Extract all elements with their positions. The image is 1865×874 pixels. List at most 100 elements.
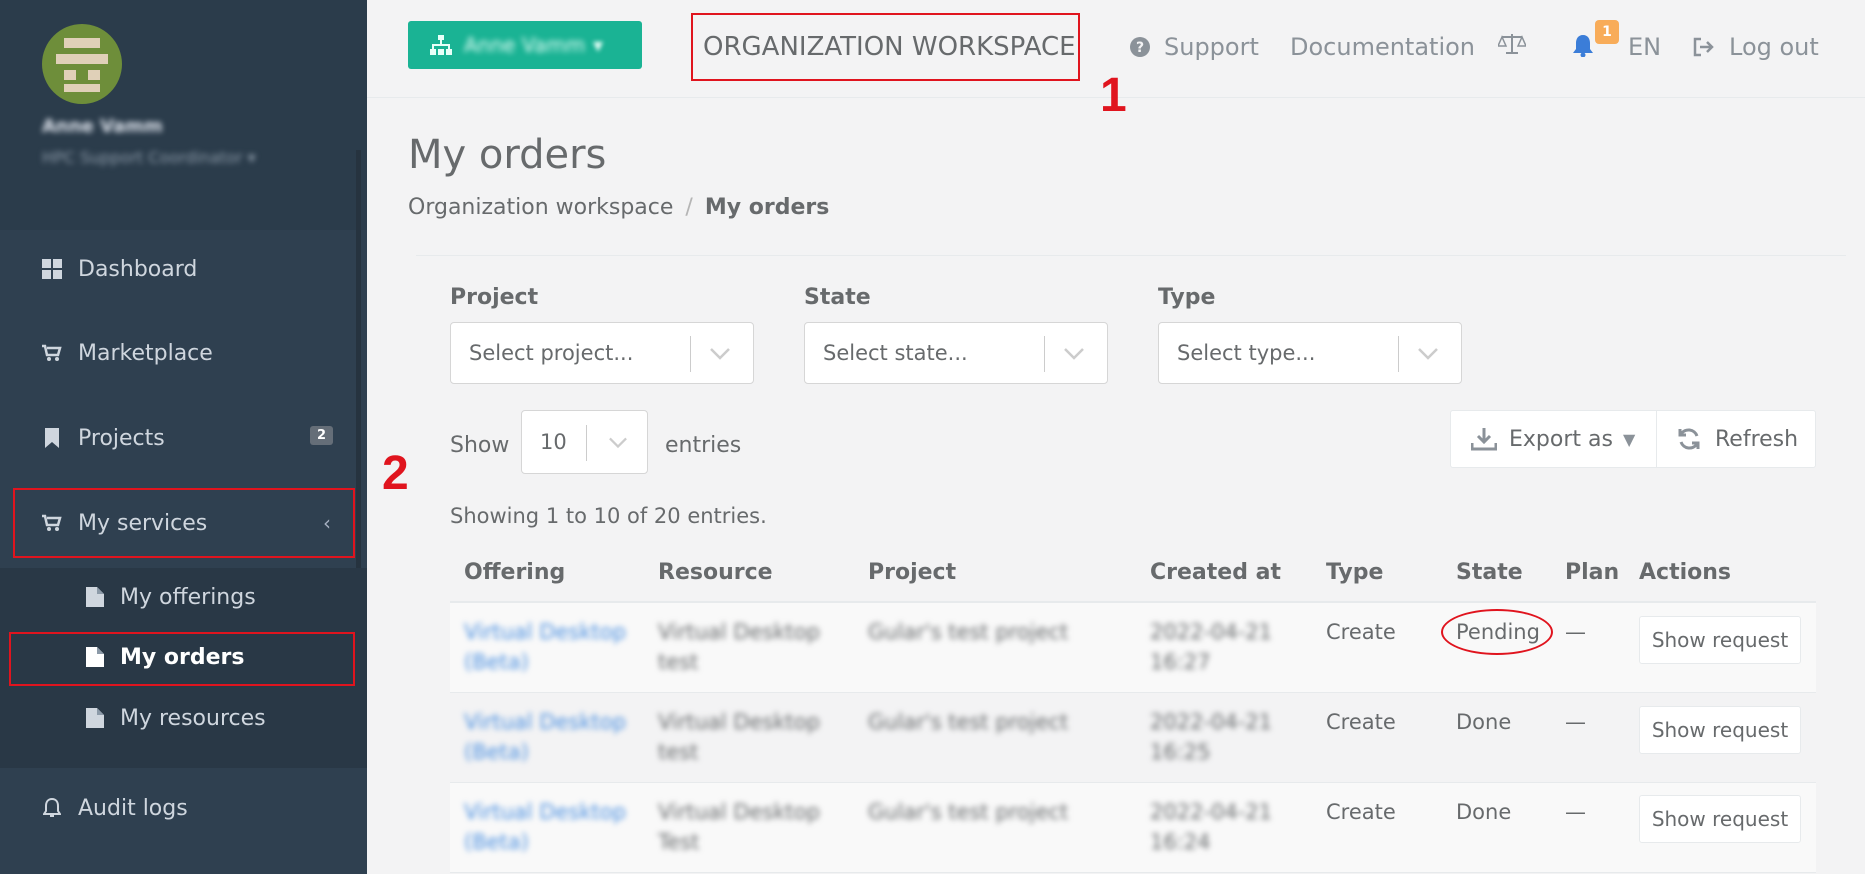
- bell-icon: [42, 798, 62, 818]
- sidebar-item-marketplace[interactable]: Marketplace: [0, 317, 367, 389]
- sidebar-item-projects[interactable]: Projects 2: [0, 402, 367, 474]
- bell-icon: [1572, 33, 1594, 57]
- state-filter-label: State: [804, 285, 871, 310]
- sidebar-item-label: Audit logs: [78, 795, 188, 821]
- annotation-oval-pending: [1441, 609, 1553, 655]
- type-cell: Create: [1326, 620, 1396, 644]
- show-request-button[interactable]: Show request: [1639, 795, 1801, 843]
- export-label: Export as: [1509, 426, 1613, 452]
- divider: [416, 255, 1846, 256]
- sidebar-item-label: My offerings: [120, 584, 256, 610]
- plan-cell: —: [1565, 710, 1586, 734]
- column-header-resource[interactable]: Resource: [658, 560, 773, 585]
- page-title: My orders: [408, 132, 607, 178]
- offering-cell[interactable]: Virtual Desktop (Beta): [464, 707, 626, 767]
- avatar[interactable]: [42, 24, 122, 104]
- documentation-label: Documentation: [1290, 33, 1476, 61]
- project-cell: Gular's test project: [868, 800, 1069, 824]
- profile-panel: Anne Vamm HPC Support Coordinator ▾: [0, 0, 367, 230]
- show-request-button[interactable]: Show request: [1639, 616, 1801, 664]
- table-row: Virtual Desktop (Beta) Virtual Desktop tes…: [450, 603, 1816, 693]
- chevron-down-icon: [1418, 348, 1438, 360]
- cart-icon: [42, 343, 62, 363]
- breadcrumb-separator: /: [685, 195, 693, 220]
- created-cell: 2022-04-21 16:25: [1150, 710, 1273, 764]
- annotation-number-1: 1: [1100, 69, 1127, 122]
- column-header-created-at[interactable]: Created at: [1150, 560, 1281, 585]
- notification-count-badge: 1: [1595, 20, 1619, 44]
- column-header-offering[interactable]: Offering: [464, 560, 565, 585]
- column-header-actions: Actions: [1639, 560, 1731, 585]
- dashboard-icon: [42, 259, 62, 279]
- user-dropdown-button[interactable]: Anne Vamm ▾: [408, 21, 642, 69]
- entries-summary: Showing 1 to 10 of 20 entries.: [450, 504, 767, 528]
- download-icon: [1471, 428, 1497, 451]
- question-circle-icon: ?: [1130, 37, 1150, 57]
- terms-link[interactable]: [1498, 33, 1540, 55]
- chevron-down-icon: [609, 437, 627, 449]
- type-cell: Create: [1326, 800, 1396, 824]
- caret-down-icon: ▼: [1622, 429, 1636, 449]
- type-cell: Create: [1326, 710, 1396, 734]
- annotation-box-my-services: [13, 488, 355, 558]
- sidebar-item-my-resources[interactable]: My resources: [0, 689, 367, 747]
- svg-text:?: ?: [1136, 40, 1144, 56]
- refresh-icon: [1678, 428, 1700, 450]
- type-select-placeholder: Select type...: [1177, 341, 1316, 365]
- resource-cell: Virtual Desktop test: [658, 620, 820, 674]
- logout-label: Log out: [1729, 33, 1819, 61]
- sidebar-item-label: Marketplace: [78, 340, 213, 366]
- sign-out-icon: [1693, 37, 1715, 57]
- file-icon: [86, 708, 104, 728]
- state-cell: Done: [1456, 710, 1512, 734]
- user-button-label: Anne Vamm: [464, 33, 586, 57]
- sidebar-item-label: My resources: [120, 705, 266, 731]
- annotation-number-2: 2: [382, 447, 409, 500]
- sidebar-item-label: Dashboard: [78, 256, 198, 282]
- sidebar-item-audit-logs[interactable]: Audit logs: [0, 772, 367, 844]
- state-select[interactable]: Select state...: [804, 322, 1108, 384]
- sitemap-icon: [430, 35, 452, 55]
- column-header-plan[interactable]: Plan: [1565, 560, 1619, 585]
- offering-cell[interactable]: Virtual Desktop (Beta): [464, 797, 626, 857]
- export-button[interactable]: Export as ▼: [1450, 410, 1657, 468]
- support-label: Support: [1164, 33, 1259, 61]
- user-name: Anne Vamm: [42, 116, 163, 137]
- column-header-project[interactable]: Project: [868, 560, 956, 585]
- user-role[interactable]: HPC Support Coordinator ▾: [42, 148, 256, 167]
- plan-cell: —: [1565, 620, 1586, 644]
- project-cell: Gular's test project: [868, 710, 1069, 734]
- show-request-button[interactable]: Show request: [1639, 706, 1801, 754]
- state-cell: Done: [1456, 800, 1512, 824]
- type-select[interactable]: Select type...: [1158, 322, 1462, 384]
- breadcrumb-root[interactable]: Organization workspace: [408, 195, 673, 220]
- offering-cell[interactable]: Virtual Desktop (Beta): [464, 617, 626, 677]
- entries-label: entries: [665, 433, 742, 458]
- entries-value: 10: [540, 430, 567, 454]
- project-filter-label: Project: [450, 285, 539, 310]
- language-label: EN: [1628, 33, 1662, 61]
- select-separator: [586, 425, 587, 461]
- breadcrumb: Organization workspace / My orders: [408, 195, 829, 220]
- breadcrumb-current: My orders: [704, 195, 830, 220]
- table-row: Virtual Desktop (Beta) Virtual Desktop Tes…: [450, 783, 1816, 873]
- entries-per-page-select[interactable]: 10: [521, 410, 648, 474]
- refresh-label: Refresh: [1715, 426, 1799, 452]
- support-link[interactable]: ? Support: [1130, 33, 1259, 61]
- table-row: Virtual Desktop (Beta) Virtual Desktop tes…: [450, 693, 1816, 783]
- refresh-button[interactable]: Refresh: [1656, 410, 1816, 468]
- column-header-state[interactable]: State: [1456, 560, 1523, 585]
- documentation-link[interactable]: Documentation: [1290, 33, 1475, 61]
- projects-count-badge: 2: [309, 426, 333, 445]
- logout-link[interactable]: Log out: [1693, 33, 1819, 61]
- column-header-type[interactable]: Type: [1326, 560, 1383, 585]
- type-filter-label: Type: [1158, 285, 1216, 310]
- language-selector[interactable]: EN: [1628, 33, 1661, 61]
- sidebar-item-my-offerings[interactable]: My offerings: [0, 568, 367, 626]
- state-select-placeholder: Select state...: [823, 341, 968, 365]
- balance-scale-icon: [1498, 33, 1526, 55]
- project-select[interactable]: Select project...: [450, 322, 754, 384]
- sidebar-item-label: Projects: [78, 425, 165, 451]
- select-separator: [690, 336, 691, 372]
- sidebar-item-dashboard[interactable]: Dashboard: [0, 233, 367, 305]
